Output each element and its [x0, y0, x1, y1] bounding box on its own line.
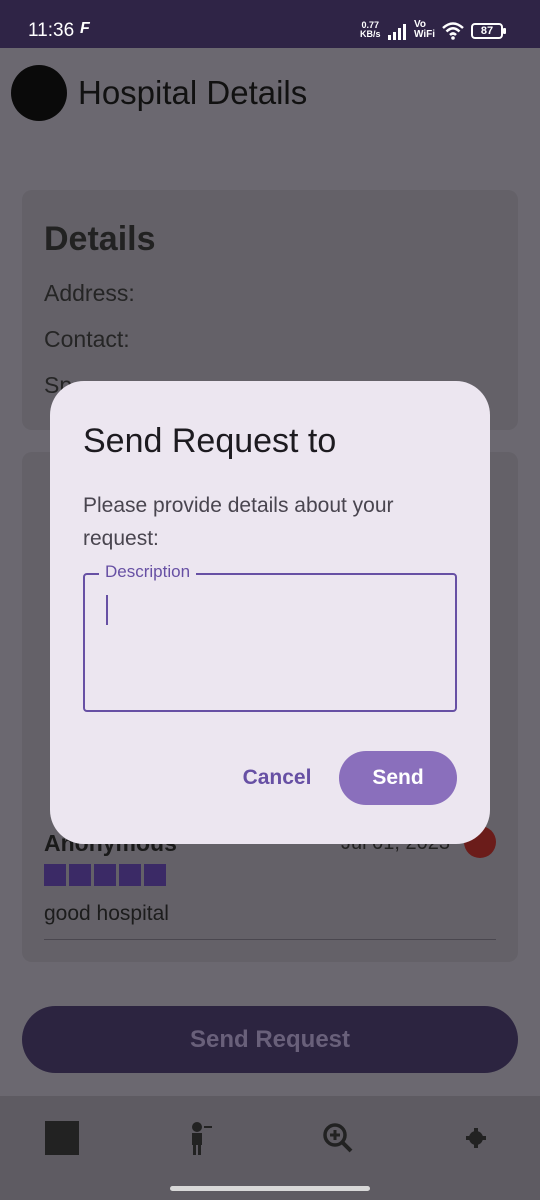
cancel-button[interactable]: Cancel [226, 751, 328, 805]
details-heading: Details [44, 220, 156, 258]
bottom-navigation [0, 1096, 540, 1200]
star-icon [44, 864, 66, 886]
settings-icon[interactable] [456, 1118, 496, 1158]
network-speed-unit: KB/s [360, 29, 381, 39]
description-input[interactable] [97, 587, 442, 697]
send-button[interactable]: Send [339, 751, 457, 805]
review-text: good hospital [44, 902, 169, 925]
page-title: Hospital Details [78, 74, 308, 111]
send-request-button[interactable]: Send Request [22, 1006, 518, 1073]
send-request-dialog: Send Request to Please provide details a… [50, 381, 490, 844]
gesture-home-bar[interactable] [170, 1186, 370, 1191]
wifi-icon [442, 22, 464, 40]
text-cursor [106, 595, 108, 625]
battery-icon: 87 [471, 23, 506, 39]
star-icon [144, 864, 166, 886]
status-bar: 11:36 F 0.77 KB/s Vo WiFi 87 [0, 0, 540, 48]
star-icon [119, 864, 141, 886]
signal-icon [388, 24, 406, 40]
divider [44, 939, 496, 940]
wifi-label: WiFi [414, 29, 436, 40]
dialog-title: Send Request to [83, 422, 337, 460]
rating-stars [44, 864, 166, 886]
doctor-icon[interactable] [180, 1118, 220, 1158]
home-icon[interactable] [42, 1118, 82, 1158]
contact-label: Contact: [44, 326, 130, 352]
vowifi-indicator: Vo WiFi [414, 20, 435, 40]
app-notification-icon: F [80, 20, 90, 37]
dialog-message: Please provide details about your reques… [83, 494, 394, 550]
status-time: 11:36 [28, 20, 75, 41]
avatar[interactable] [11, 65, 67, 121]
search-zoom-icon[interactable] [318, 1118, 358, 1158]
network-speed: 0.77 KB/s [360, 21, 381, 39]
description-field[interactable]: Description [83, 562, 457, 712]
star-icon [69, 864, 91, 886]
star-icon [94, 864, 116, 886]
address-label: Address: [44, 280, 135, 306]
description-label: Description [99, 562, 197, 582]
